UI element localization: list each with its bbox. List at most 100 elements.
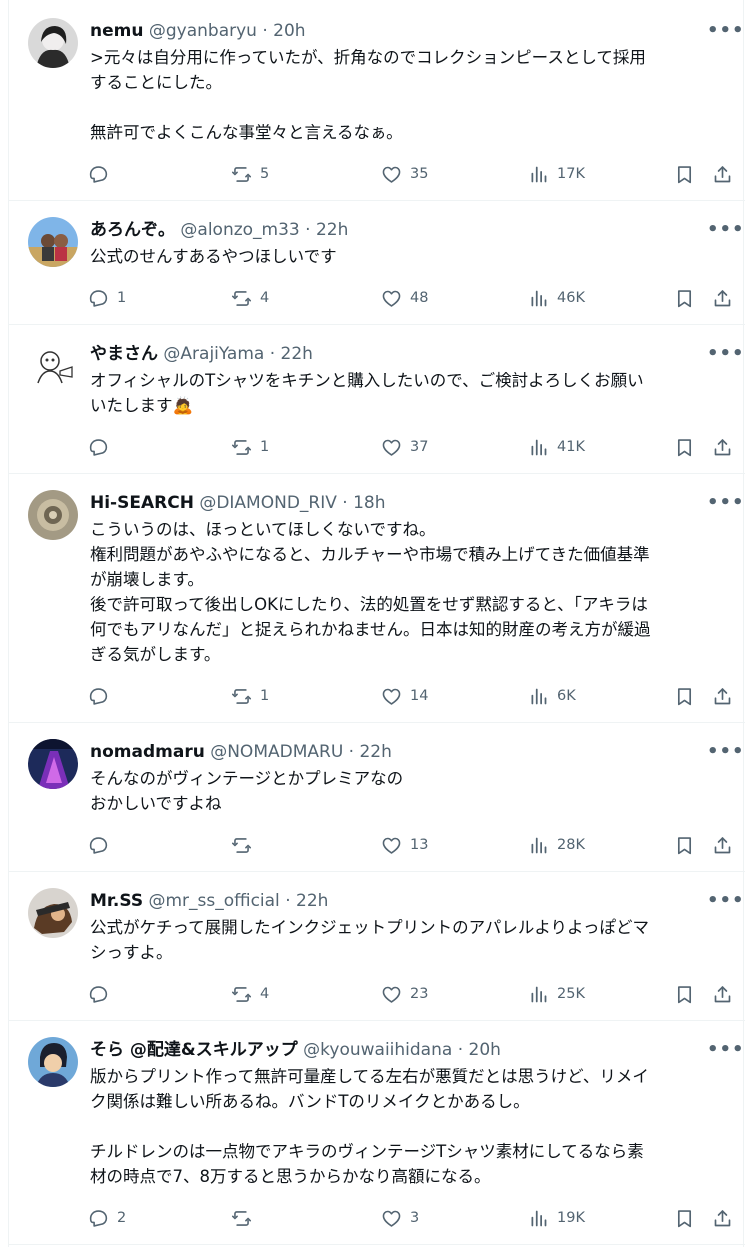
share-button[interactable] (712, 833, 733, 857)
handle[interactable]: @DIAMOND_RIV (199, 493, 337, 513)
views-button[interactable]: 25K (528, 982, 585, 1006)
views-button[interactable]: 41K (528, 435, 585, 459)
more-icon[interactable]: ••• (707, 743, 744, 765)
repost-button[interactable]: 1 (231, 684, 269, 708)
display-name[interactable]: Mr.SS (90, 891, 143, 911)
avatar[interactable] (28, 739, 78, 789)
like-button[interactable]: 23 (381, 982, 428, 1006)
reply-icon (88, 288, 109, 309)
like-icon (381, 984, 402, 1005)
avatar[interactable] (28, 341, 78, 391)
more-icon[interactable]: ••• (707, 22, 744, 44)
repost-button[interactable]: 5 (231, 162, 269, 186)
display-name[interactable]: やまさん (90, 344, 158, 364)
like-count: 13 (410, 837, 429, 853)
more-icon[interactable]: ••• (707, 494, 744, 516)
handle[interactable]: @alonzo_m33 (180, 220, 299, 240)
repost-button[interactable] (231, 1206, 260, 1230)
like-button[interactable]: 37 (381, 435, 428, 459)
like-count: 23 (410, 986, 429, 1002)
tweet[interactable]: Hi-SEARCH @DIAMOND_RIV · 18h ••• こういうのは、… (9, 474, 745, 723)
share-button[interactable] (712, 162, 733, 186)
share-button[interactable] (712, 684, 733, 708)
like-button[interactable]: 35 (381, 162, 428, 186)
timestamp[interactable]: 22h (281, 344, 313, 364)
reply-button[interactable] (88, 833, 117, 857)
display-name[interactable]: nomadmaru (90, 742, 205, 762)
tweet-header: やまさん @ArajiYama · 22h (90, 343, 313, 365)
bookmark-button[interactable] (674, 833, 695, 857)
tweet[interactable]: Mr.SS @mr_ss_official · 22h ••• 公式がケチって展… (9, 872, 745, 1021)
reply-button[interactable] (88, 162, 117, 186)
avatar[interactable] (28, 888, 78, 938)
share-button[interactable] (712, 982, 733, 1006)
display-name[interactable]: Hi-SEARCH (90, 493, 194, 513)
handle[interactable]: @mr_ss_official (148, 891, 279, 911)
repost-button[interactable] (231, 833, 260, 857)
separator: · (262, 21, 268, 41)
separator: · (305, 220, 311, 240)
handle[interactable]: @gyanbaryu (149, 21, 257, 41)
display-name[interactable]: あろんぞ。 (90, 220, 175, 240)
handle[interactable]: @ArajiYama (163, 344, 264, 364)
reply-icon (88, 164, 109, 185)
like-button[interactable]: 48 (381, 286, 428, 310)
more-icon[interactable]: ••• (707, 892, 744, 914)
tweet-header: Hi-SEARCH @DIAMOND_RIV · 18h (90, 492, 386, 514)
display-name[interactable]: nemu (90, 21, 143, 41)
tweet[interactable]: nemu @gyanbaryu · 20h ••• >元々は自分用に作っていたが… (9, 2, 745, 201)
bookmark-button[interactable] (674, 162, 695, 186)
repost-button[interactable]: 4 (231, 982, 269, 1006)
timestamp[interactable]: 20h (273, 21, 305, 41)
views-button[interactable]: 6K (528, 684, 576, 708)
repost-icon (231, 437, 252, 458)
views-button[interactable]: 19K (528, 1206, 585, 1230)
avatar[interactable] (28, 1037, 78, 1087)
tweet[interactable]: nomadmaru @NOMADMARU · 22h ••• そんなのがヴィンテ… (9, 723, 745, 872)
views-icon (528, 164, 549, 185)
repost-count: 1 (260, 439, 270, 455)
tweet[interactable]: あろんぞ。 @alonzo_m33 · 22h ••• 公式のせんすあるやつほし… (9, 201, 745, 325)
repost-icon (231, 288, 252, 309)
timestamp[interactable]: 22h (316, 220, 348, 240)
reply-button[interactable] (88, 435, 117, 459)
repost-button[interactable]: 1 (231, 435, 269, 459)
tweet[interactable]: やまさん @ArajiYama · 22h ••• オフィシャルのTシャツをキチ… (9, 325, 745, 474)
tweet[interactable]: そら @配達&スキルアップ @kyouwaiihidana · 20h ••• … (9, 1021, 745, 1245)
like-button[interactable]: 13 (381, 833, 428, 857)
bookmark-button[interactable] (674, 684, 695, 708)
handle[interactable]: @kyouwaiihidana (303, 1040, 452, 1060)
tweet-text: 版からプリント作って無許可量産してる左右が悪質だとは思うけど、リメイ ク関係は難… (90, 1067, 649, 1186)
bookmark-button[interactable] (674, 435, 695, 459)
display-name[interactable]: そら @配達&スキルアップ (90, 1040, 298, 1060)
avatar[interactable] (28, 490, 78, 540)
reply-button[interactable] (88, 684, 117, 708)
reply-button[interactable]: 2 (88, 1206, 126, 1230)
avatar[interactable] (28, 217, 78, 267)
more-icon[interactable]: ••• (707, 1041, 744, 1063)
views-button[interactable]: 46K (528, 286, 585, 310)
more-icon[interactable]: ••• (707, 345, 744, 367)
share-button[interactable] (712, 1206, 733, 1230)
like-button[interactable]: 14 (381, 684, 428, 708)
views-count: 19K (557, 1210, 585, 1226)
like-button[interactable]: 3 (381, 1206, 419, 1230)
timestamp[interactable]: 18h (353, 493, 385, 513)
timestamp[interactable]: 22h (296, 891, 328, 911)
views-button[interactable]: 17K (528, 162, 585, 186)
views-button[interactable]: 28K (528, 833, 585, 857)
bookmark-button[interactable] (674, 286, 695, 310)
reply-button[interactable]: 1 (88, 286, 126, 310)
reply-icon (88, 437, 109, 458)
share-button[interactable] (712, 435, 733, 459)
more-icon[interactable]: ••• (707, 221, 744, 243)
timestamp[interactable]: 20h (469, 1040, 501, 1060)
repost-button[interactable]: 4 (231, 286, 269, 310)
avatar[interactable] (28, 18, 78, 68)
reply-button[interactable] (88, 982, 117, 1006)
bookmark-button[interactable] (674, 1206, 695, 1230)
timestamp[interactable]: 22h (359, 742, 391, 762)
bookmark-button[interactable] (674, 982, 695, 1006)
handle[interactable]: @NOMADMARU (210, 742, 343, 762)
share-button[interactable] (712, 286, 733, 310)
